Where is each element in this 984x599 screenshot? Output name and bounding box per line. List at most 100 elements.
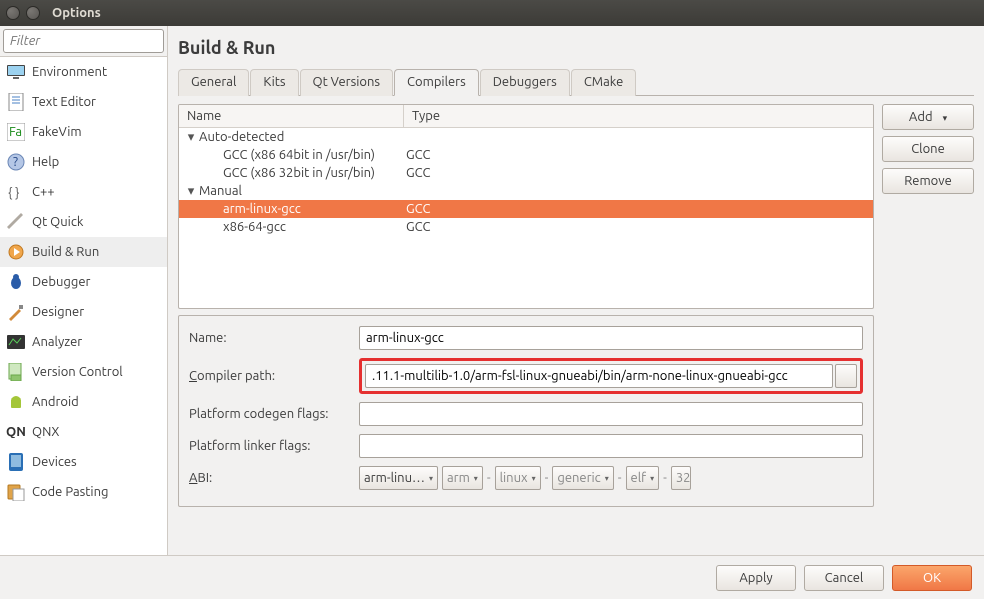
compiler-tree[interactable]: Name Type ▾ Auto-detected GCC (x86 64bit… [178, 104, 874, 309]
tree-row[interactable]: GCC (x86 32bit in /usr/bin) GCC [179, 164, 873, 182]
sidebar-item-version-control[interactable]: Version Control [0, 357, 167, 387]
codegen-flags-label: Platform codegen flags: [189, 407, 359, 421]
sidebar-item-qtquick[interactable]: Qt Quick [0, 207, 167, 237]
row-compiler-path: Compiler path: [189, 358, 863, 394]
vcs-icon [6, 362, 26, 382]
braces-icon: { } [6, 182, 26, 202]
sidebar-item-fakevim[interactable]: Fa FakeVim [0, 117, 167, 147]
ok-button[interactable]: OK [892, 565, 972, 591]
sidebar-item-label: Designer [32, 305, 84, 319]
codegen-flags-input[interactable] [359, 402, 863, 426]
linker-flags-input[interactable] [359, 434, 863, 458]
sidebar-item-environment[interactable]: Environment [0, 57, 167, 87]
dash: - [618, 471, 622, 485]
tree-group-auto[interactable]: ▾ Auto-detected [179, 128, 873, 146]
row-codegen-flags: Platform codegen flags: [189, 402, 863, 426]
help-icon: ? [6, 152, 26, 172]
sidebar-item-label: Analyzer [32, 335, 82, 349]
content-area: Environment Text Editor Fa FakeVim ? Hel… [0, 26, 984, 599]
sidebar-item-analyzer[interactable]: Analyzer [0, 327, 167, 357]
expand-icon[interactable]: ▾ [185, 184, 197, 199]
remove-button[interactable]: Remove [882, 168, 974, 194]
abi-width-select[interactable]: 32 [671, 466, 691, 490]
header-type[interactable]: Type [404, 105, 448, 127]
sidebar-item-build-run[interactable]: Build & Run [0, 237, 167, 267]
abi-main-select[interactable]: arm-linu… [359, 466, 438, 490]
group-label: Auto-detected [197, 130, 400, 144]
tab-compilers[interactable]: Compilers [394, 69, 479, 96]
compiler-name: GCC (x86 32bit in /usr/bin) [197, 166, 400, 180]
tab-qt-versions[interactable]: Qt Versions [300, 69, 394, 96]
abi-flavor-select[interactable]: generic [552, 466, 613, 490]
row-name: Name: [189, 326, 863, 350]
bug-icon [6, 272, 26, 292]
sidebar-item-code-pasting[interactable]: Code Pasting [0, 477, 167, 507]
tree-group-manual[interactable]: ▾ Manual [179, 182, 873, 200]
row-linker-flags: Platform linker flags: [189, 434, 863, 458]
window-title: Options [52, 6, 101, 20]
main-panel: Build & Run General Kits Qt Versions Com… [168, 26, 984, 555]
expand-icon[interactable]: ▾ [185, 130, 197, 145]
compiler-name: arm-linux-gcc [197, 202, 400, 216]
row-abi: ABI: arm-linu… arm - linux - generic - e… [189, 466, 863, 490]
qtquick-icon [6, 212, 26, 232]
sidebar: Environment Text Editor Fa FakeVim ? Hel… [0, 26, 168, 555]
sidebar-item-help[interactable]: ? Help [0, 147, 167, 177]
dash: - [663, 471, 667, 485]
sidebar-item-label: FakeVim [32, 125, 82, 139]
tree-row-selected[interactable]: arm-linux-gcc GCC [179, 200, 873, 218]
linker-flags-label: Platform linker flags: [189, 439, 359, 453]
tree-row[interactable]: GCC (x86 64bit in /usr/bin) GCC [179, 146, 873, 164]
filter-wrap [0, 26, 167, 56]
sidebar-item-label: Text Editor [32, 95, 96, 109]
tab-general[interactable]: General [178, 69, 249, 96]
clone-button[interactable]: Clone [882, 136, 974, 162]
svg-text:?: ? [13, 155, 18, 169]
add-button[interactable]: Add [882, 104, 974, 130]
sidebar-item-label: Version Control [32, 365, 123, 379]
abi-arch-select[interactable]: arm [442, 466, 483, 490]
compilers-panel: Name Type ▾ Auto-detected GCC (x86 64bit… [178, 96, 974, 555]
dash: - [487, 471, 491, 485]
build-run-icon [6, 242, 26, 262]
tree-row[interactable]: x86-64-gcc GCC [179, 218, 873, 236]
panel-right: Add Clone Remove [882, 104, 974, 555]
browse-button[interactable] [835, 364, 857, 388]
name-input[interactable] [359, 326, 863, 350]
tabs: General Kits Qt Versions Compilers Debug… [178, 68, 974, 96]
compiler-path-label: Compiler path: [189, 369, 359, 383]
sidebar-item-cpp[interactable]: { } C++ [0, 177, 167, 207]
sidebar-item-label: C++ [32, 185, 55, 199]
close-button[interactable] [6, 6, 20, 20]
tree-header: Name Type [179, 105, 873, 128]
filter-input[interactable] [3, 29, 164, 53]
compiler-name: GCC (x86 64bit in /usr/bin) [197, 148, 400, 162]
svg-text:{ }: { } [8, 186, 19, 200]
sidebar-item-qnx[interactable]: QNX QNX [0, 417, 167, 447]
android-icon [6, 392, 26, 412]
sidebar-item-label: Debugger [32, 275, 90, 289]
tab-kits[interactable]: Kits [250, 69, 298, 96]
qnx-icon: QNX [6, 422, 26, 442]
sidebar-item-designer[interactable]: Designer [0, 297, 167, 327]
compiler-form: Name: Compiler path: Platform codegen fl… [178, 315, 874, 507]
svg-text:Fa: Fa [9, 125, 22, 139]
paste-icon [6, 482, 26, 502]
page-title: Build & Run [178, 38, 974, 58]
sidebar-item-debugger[interactable]: Debugger [0, 267, 167, 297]
compiler-name: x86-64-gcc [197, 220, 400, 234]
sidebar-item-android[interactable]: Android [0, 387, 167, 417]
tab-cmake[interactable]: CMake [571, 69, 636, 96]
abi-os-select[interactable]: linux [495, 466, 541, 490]
compiler-path-input[interactable] [365, 364, 833, 388]
tab-debuggers[interactable]: Debuggers [480, 69, 570, 96]
header-name[interactable]: Name [179, 105, 404, 127]
cancel-button[interactable]: Cancel [804, 565, 884, 591]
minimize-button[interactable] [26, 6, 40, 20]
sidebar-item-devices[interactable]: Devices [0, 447, 167, 477]
sidebar-item-text-editor[interactable]: Text Editor [0, 87, 167, 117]
group-label: Manual [197, 184, 400, 198]
abi-format-select[interactable]: elf [626, 466, 660, 490]
sidebar-item-label: Devices [32, 455, 77, 469]
apply-button[interactable]: Apply [716, 565, 796, 591]
